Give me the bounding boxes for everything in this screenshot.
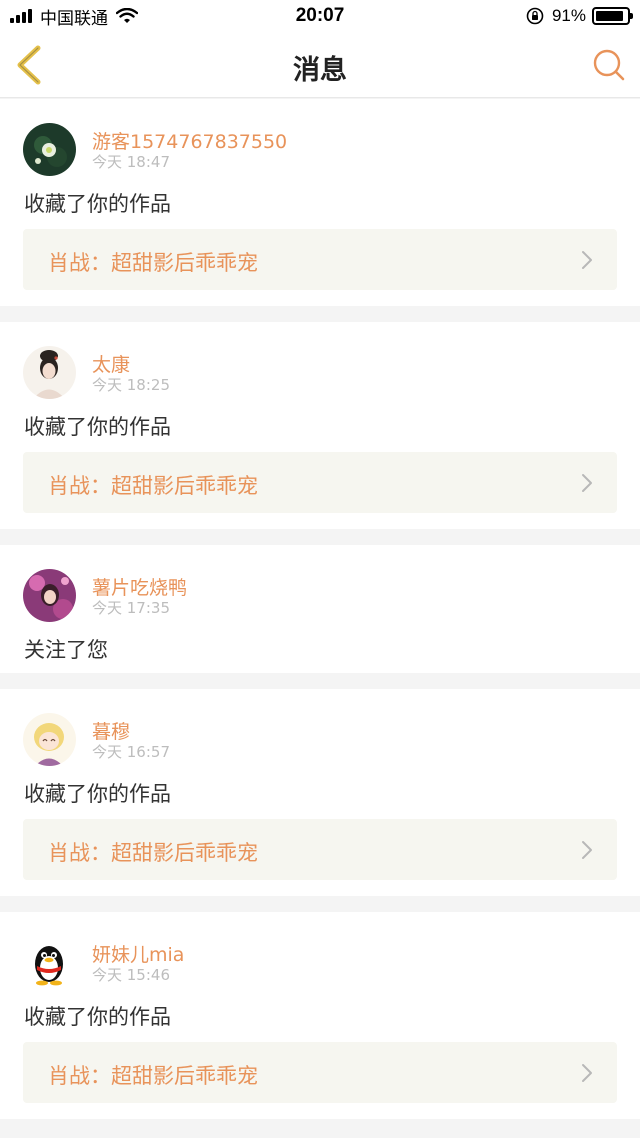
work-link[interactable]: 肖战：超甜影后乖乖宠 (23, 452, 617, 513)
battery-fill (596, 11, 624, 21)
rotation-lock-icon (526, 7, 544, 25)
message-card[interactable]: 太康 今天 18:25 收藏了你的作品 肖战：超甜影后乖乖宠 (0, 322, 640, 529)
user-avatar[interactable] (23, 569, 76, 622)
message-time: 今天 16:57 (92, 743, 170, 761)
message-action: 关注了您 (24, 638, 108, 662)
work-link[interactable]: 肖战：超甜影后乖乖宠 (23, 229, 617, 290)
search-icon[interactable] (592, 48, 626, 82)
username[interactable]: 游客1574767837550 (92, 127, 287, 154)
work-title: 肖战：超甜影后乖乖宠 (48, 474, 258, 498)
username[interactable]: 妍妹儿mia (92, 940, 184, 967)
user-avatar[interactable] (23, 713, 76, 766)
message-card[interactable]: 暮穆 今天 16:57 收藏了你的作品 肖战：超甜影后乖乖宠 (0, 689, 640, 896)
message-time: 今天 17:35 (92, 599, 170, 617)
battery-label: 91% (551, 6, 586, 25)
status-bar: 中国联通 20:07 91% (0, 0, 640, 32)
message-card[interactable]: 游客1574767837550 今天 18:47 收藏了你的作品 肖战：超甜影后… (0, 99, 640, 306)
username[interactable]: 暮穆 (92, 717, 130, 744)
battery-icon (592, 7, 633, 25)
work-title: 肖战：超甜影后乖乖宠 (48, 1064, 258, 1088)
status-right: 91% (526, 6, 633, 26)
work-title: 肖战：超甜影后乖乖宠 (48, 841, 258, 865)
message-action: 收藏了你的作品 (24, 1005, 171, 1029)
chevron-right-icon (582, 251, 592, 269)
message-action: 收藏了你的作品 (24, 415, 171, 439)
username[interactable]: 太康 (92, 350, 130, 377)
chevron-right-icon (582, 1064, 592, 1082)
work-title: 肖战：超甜影后乖乖宠 (48, 251, 258, 275)
message-time: 今天 15:46 (92, 966, 170, 984)
work-link[interactable]: 肖战：超甜影后乖乖宠 (23, 819, 617, 880)
user-avatar[interactable] (23, 346, 76, 399)
chevron-right-icon (582, 841, 592, 859)
chevron-right-icon (582, 474, 592, 492)
message-action: 收藏了你的作品 (24, 192, 171, 216)
user-avatar[interactable] (23, 936, 76, 989)
username[interactable]: 薯片吃烧鸭 (92, 573, 187, 600)
message-card[interactable]: 薯片吃烧鸭 今天 17:35 关注了您 (0, 545, 640, 673)
message-card[interactable]: 妍妹儿mia 今天 15:46 收藏了你的作品 肖战：超甜影后乖乖宠 (0, 912, 640, 1119)
nav-bar: 消息 (0, 32, 640, 98)
message-time: 今天 18:25 (92, 376, 170, 394)
page-title: 消息 (293, 55, 347, 86)
message-action: 收藏了你的作品 (24, 782, 171, 806)
message-time: 今天 18:47 (92, 153, 170, 171)
user-avatar[interactable] (23, 123, 76, 176)
work-link[interactable]: 肖战：超甜影后乖乖宠 (23, 1042, 617, 1103)
message-list: 游客1574767837550 今天 18:47 收藏了你的作品 肖战：超甜影后… (0, 99, 640, 1135)
